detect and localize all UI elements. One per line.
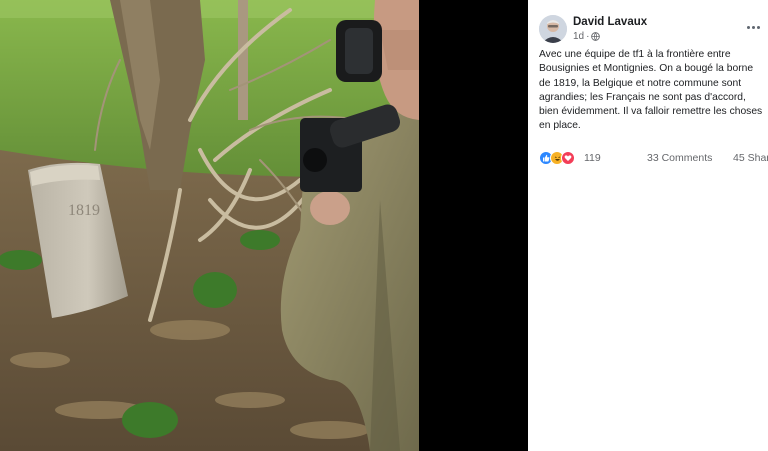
avatar[interactable]	[539, 15, 567, 43]
reaction-count[interactable]: 119	[584, 152, 601, 164]
globe-icon	[591, 32, 601, 41]
photo-scene: 1819	[0, 0, 419, 451]
comments-link[interactable]: 33 Comments	[647, 152, 712, 164]
author-name[interactable]: David Lavaux	[573, 16, 647, 28]
post-time[interactable]: 1d	[573, 31, 584, 42]
more-dot-icon	[756, 25, 760, 29]
photo-letterbox	[419, 0, 528, 451]
reactions-bar: 119 33 Comments 45 Shares	[539, 151, 768, 167]
post-photo[interactable]: 1819	[0, 0, 419, 451]
more-dot-icon	[746, 25, 750, 29]
reaction-icons[interactable]	[539, 151, 575, 165]
more-options-button[interactable]	[744, 20, 762, 34]
post-meta: 1d ·	[573, 31, 601, 42]
more-dot-icon	[751, 25, 755, 29]
stone-inscription: 1819	[68, 202, 100, 219]
post-panel: David Lavaux 1d · Avec une équipe de tf1…	[528, 0, 768, 451]
post-body: Avec une équipe de tf1 à la frontière en…	[539, 49, 763, 132]
love-icon	[561, 151, 575, 165]
shares-link[interactable]: 45 Shares	[733, 152, 768, 164]
post-header: David Lavaux 1d ·	[539, 14, 768, 44]
avatar-image	[539, 15, 567, 43]
